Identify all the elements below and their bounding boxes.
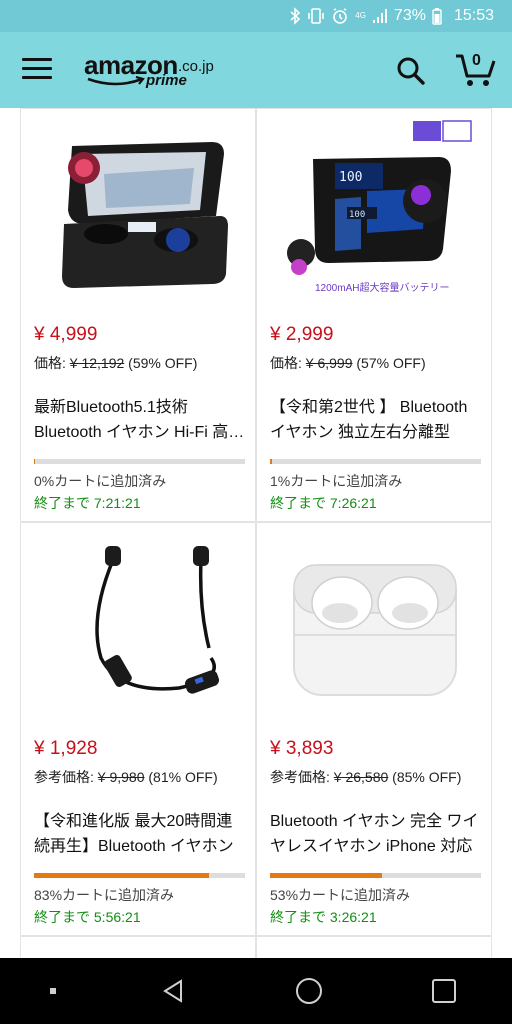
deal-price: ¥ 1,928	[34, 738, 98, 759]
claimed-progress-bar	[34, 873, 245, 878]
battery-icon	[432, 7, 442, 25]
product-image-white-earbuds-case[interactable]	[257, 523, 493, 723]
deal-timer: 終了まで 7:21:21	[34, 495, 141, 511]
deal-price: ¥ 3,893	[270, 738, 334, 759]
search-icon[interactable]	[396, 56, 426, 86]
claimed-progress-fill	[270, 459, 273, 464]
signal-icon	[372, 7, 388, 25]
claimed-progress-fill	[34, 873, 210, 878]
deal-card[interactable]: ¥ 1,928 参考価格: ¥ 9,980 (81% OFF) 【令和進化版 最…	[20, 522, 256, 936]
claimed-text: 0%カートに追加済み	[34, 473, 167, 489]
discount: (81% OFF)	[144, 769, 218, 785]
status-bar: 4G 73% 15:53	[0, 0, 512, 32]
discount: (85% OFF)	[388, 769, 462, 785]
list-price-line: 参考価格: ¥ 9,980 (81% OFF)	[34, 767, 218, 787]
list-price: ¥ 26,580	[333, 769, 389, 785]
bluetooth-icon	[289, 7, 301, 25]
list-price-line: 価格: ¥ 6,999 (57% OFF)	[270, 353, 426, 373]
claimed-progress-fill	[34, 459, 36, 464]
deal-card[interactable]: ¥ 4,999 価格: ¥ 12,192 (59% OFF) 最新Bluetoo…	[20, 108, 256, 522]
product-image-earbuds-case-open[interactable]	[21, 109, 257, 309]
deal-price: ¥ 2,999	[270, 324, 334, 345]
smile-arrow-icon	[87, 76, 145, 86]
list-price: ¥ 12,192	[69, 355, 125, 371]
clock-time: 15:53	[453, 7, 494, 24]
product-title[interactable]: Bluetooth イヤホン 完全 ワイヤレスイヤホン iPhone 対応	[270, 809, 484, 859]
network-type-label: 4G	[355, 11, 366, 20]
discount: (57% OFF)	[352, 355, 426, 371]
image-caption: 1200mAH超大容量バッテリー	[315, 281, 449, 294]
cart-button[interactable]: 0	[454, 52, 496, 88]
deal-card[interactable]: ¥ 3,893 参考価格: ¥ 26,580 (85% OFF) Bluetoo…	[256, 522, 492, 936]
vibrate-icon	[307, 7, 325, 25]
claimed-progress-bar	[270, 873, 481, 878]
amazon-prime-logo[interactable]: amazon .co.jp prime	[84, 50, 224, 92]
back-icon[interactable]	[143, 961, 203, 1021]
claimed-progress-fill	[270, 873, 382, 878]
recent-apps-dot-icon[interactable]	[38, 961, 68, 1021]
recents-icon[interactable]	[414, 961, 474, 1021]
battery-percent: 73%	[393, 7, 426, 24]
deal-price: ¥ 4,999	[34, 324, 98, 345]
claimed-progress-bar	[270, 459, 481, 464]
claimed-text: 53%カートに追加済み	[270, 887, 411, 903]
list-price-label: 価格:	[270, 355, 306, 371]
product-image-earbuds-display-case[interactable]: 100 100 1200mAH超大容量バッテリー	[257, 109, 493, 309]
product-title[interactable]: 最新Bluetooth5.1技術 Bluetooth イヤホン Hi-Fi 高音…	[34, 395, 248, 445]
product-image-neckband-earphones[interactable]	[21, 523, 257, 723]
list-price: ¥ 6,999	[305, 355, 353, 371]
list-price-label: 参考価格:	[34, 769, 98, 785]
list-price-line: 参考価格: ¥ 26,580 (85% OFF)	[270, 767, 461, 787]
product-title[interactable]: 【令和進化版 最大20時間連続再生】Bluetooth イヤホン	[34, 809, 248, 859]
claimed-text: 1%カートに追加済み	[270, 473, 403, 489]
list-price-label: 価格:	[34, 355, 70, 371]
claimed-text: 83%カートに追加済み	[34, 887, 175, 903]
alarm-icon	[331, 7, 349, 25]
menu-icon[interactable]	[22, 58, 52, 82]
network-4g-icon: 4G	[355, 7, 366, 25]
cart-count: 0	[472, 52, 481, 69]
claimed-progress-bar	[34, 459, 245, 464]
discount: (59% OFF)	[124, 355, 198, 371]
product-title[interactable]: 【令和第2世代 】 Bluetooth イヤホン 独立左右分離型	[270, 395, 484, 445]
logo-prime: prime	[146, 72, 187, 89]
list-price-line: 価格: ¥ 12,192 (59% OFF)	[34, 353, 197, 373]
svg-text:100: 100	[339, 170, 362, 185]
home-icon[interactable]	[279, 961, 339, 1021]
deal-timer: 終了まで 3:26:21	[270, 909, 377, 925]
deal-timer: 終了まで 5:56:21	[34, 909, 141, 925]
svg-text:100: 100	[349, 210, 365, 220]
deal-card[interactable]: 100 100 1200mAH超大容量バッテリー ¥ 2,999 価格: ¥ 6…	[256, 108, 492, 522]
deal-timer: 終了まで 7:26:21	[270, 495, 377, 511]
app-header: amazon .co.jp prime 0	[0, 32, 512, 108]
list-price-label: 参考価格:	[270, 769, 334, 785]
list-price: ¥ 9,980	[97, 769, 145, 785]
system-navigation-bar	[0, 958, 512, 1024]
